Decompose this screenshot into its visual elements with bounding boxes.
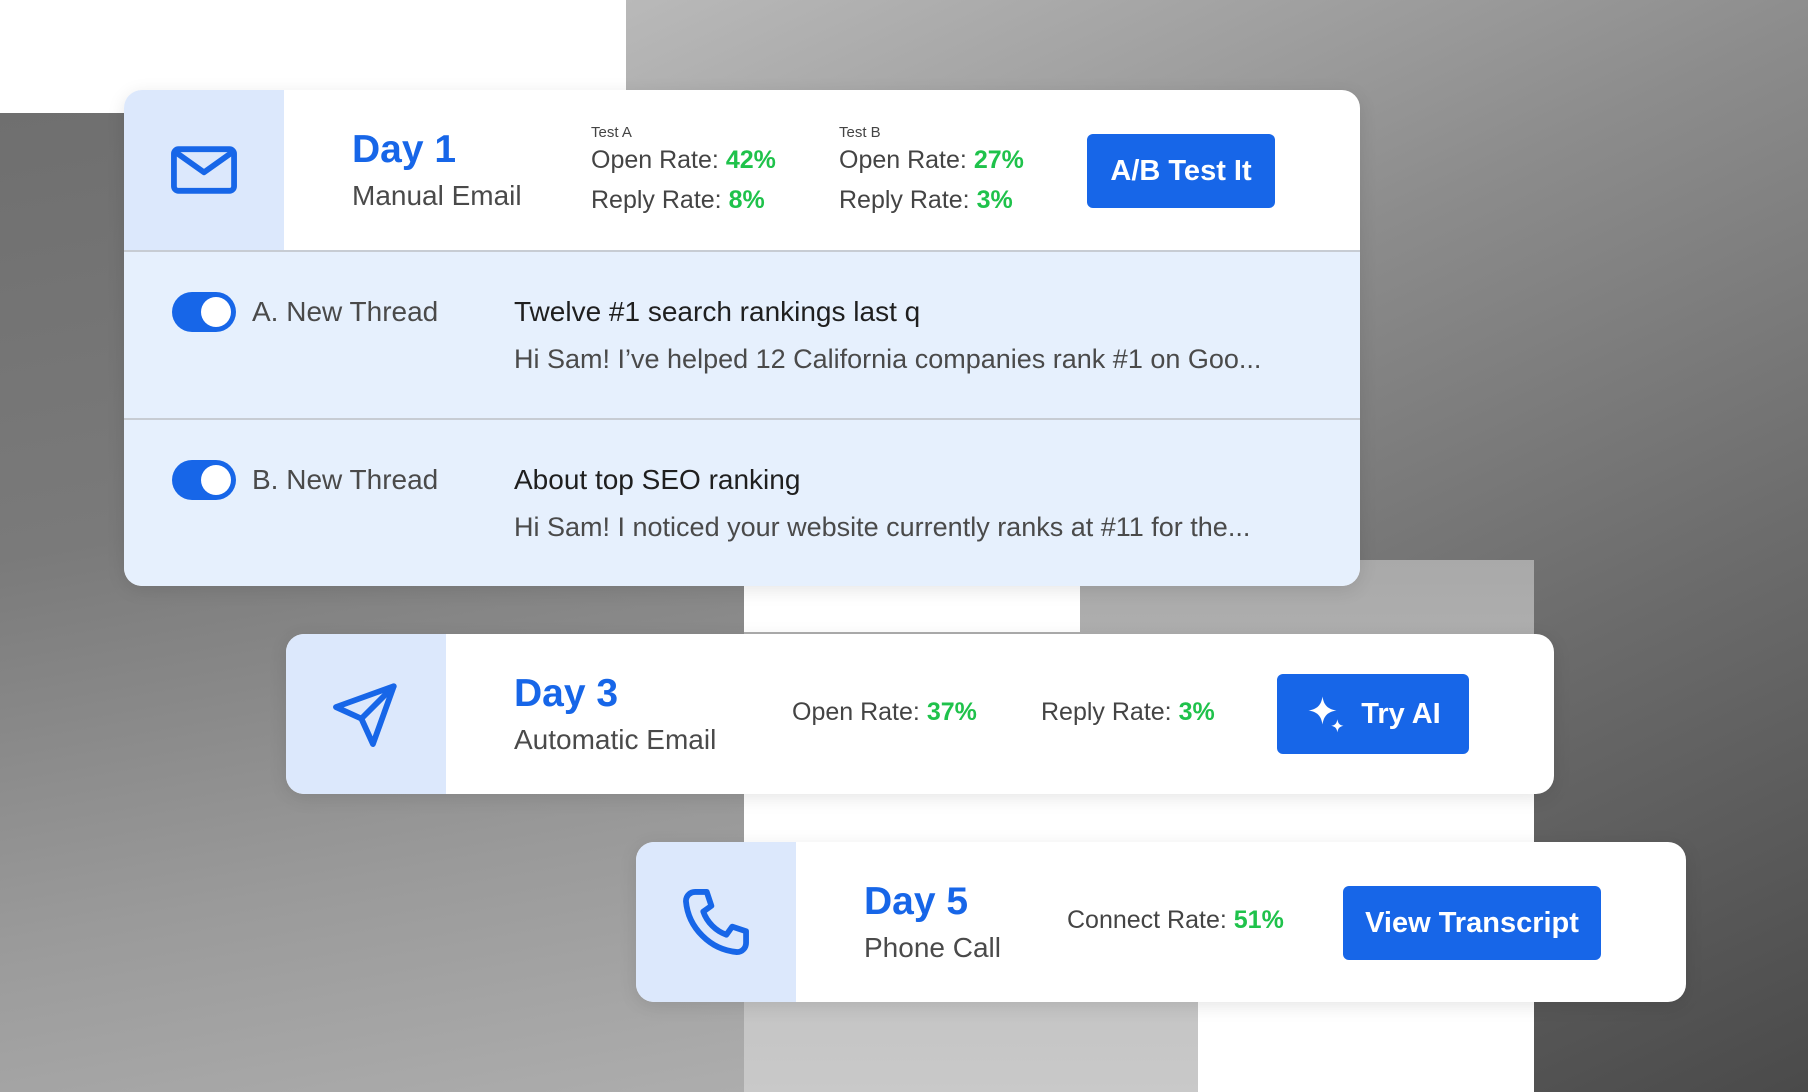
metric-value: 42% (725, 146, 776, 174)
test-b-open-rate: Open Rate: 27% (839, 146, 1024, 175)
metric-value: 51% (1233, 906, 1284, 934)
thread-a-toggle[interactable] (172, 292, 236, 332)
thread-row-b[interactable]: B. New Thread About top SEO ranking Hi S… (124, 418, 1360, 586)
test-b-label: Test B (839, 124, 881, 141)
test-a-reply-rate: Reply Rate: 8% (591, 186, 765, 215)
thread-b-label: B. New Thread (252, 464, 439, 495)
thread-row-a[interactable]: A. New Thread Twelve #1 search rankings … (124, 250, 1360, 418)
day5-title: Day 5 (864, 880, 969, 923)
day5-subtitle: Phone Call (864, 932, 1001, 963)
metric-value: 37% (926, 698, 977, 726)
metric-label: Reply Rate: (1041, 698, 1172, 726)
metric-label: Connect Rate: (1067, 906, 1227, 934)
metric-label: Reply Rate: (839, 186, 970, 214)
phone-icon (683, 889, 749, 955)
thread-b-preview: Hi Sam! I noticed your website currently… (514, 512, 1251, 542)
metric-label: Open Rate: (792, 698, 920, 726)
ab-test-button[interactable]: A/B Test It (1087, 134, 1275, 208)
day5-icon-box (636, 842, 796, 1002)
metric-label: Reply Rate: (591, 186, 722, 214)
day1-title: Day 1 (352, 128, 457, 171)
day5-header: Day 5 Phone Call Connect Rate: 51% View … (636, 842, 1686, 1002)
test-a-open-rate: Open Rate: 42% (591, 146, 776, 175)
test-b-reply-rate: Reply Rate: 3% (839, 186, 1013, 215)
day1-card: Day 1 Manual Email Test A Open Rate: 42%… (124, 90, 1360, 586)
day5-connect-rate: Connect Rate: 51% (1067, 906, 1284, 935)
day3-open-rate: Open Rate: 37% (792, 698, 977, 727)
day3-subtitle: Automatic Email (514, 724, 717, 755)
test-a-label: Test A (591, 124, 632, 141)
thread-a-preview: Hi Sam! I’ve helped 12 California compan… (514, 344, 1262, 374)
metric-label: Open Rate: (839, 146, 967, 174)
view-transcript-button[interactable]: View Transcript (1343, 886, 1601, 960)
day3-title: Day 3 (514, 672, 619, 715)
envelope-icon (171, 146, 237, 194)
toggle-knob (201, 297, 231, 327)
day3-card: Day 3 Automatic Email Open Rate: 37% Rep… (286, 634, 1554, 794)
day3-reply-rate: Reply Rate: 3% (1041, 698, 1215, 727)
thread-a-subject: Twelve #1 search rankings last q (514, 296, 921, 327)
sparkle-icon (1308, 696, 1344, 733)
try-ai-button[interactable]: Try AI (1277, 674, 1469, 754)
day3-header: Day 3 Automatic Email Open Rate: 37% Rep… (286, 634, 1554, 794)
try-ai-label: Try AI (1361, 697, 1441, 730)
metric-label: Open Rate: (591, 146, 719, 174)
toggle-knob (201, 465, 231, 495)
send-icon (333, 683, 397, 747)
thread-a-label: A. New Thread (252, 296, 439, 327)
day5-card: Day 5 Phone Call Connect Rate: 51% View … (636, 842, 1686, 1002)
thread-b-subject: About top SEO ranking (514, 464, 801, 495)
day1-subtitle: Manual Email (352, 180, 522, 211)
background-white-block (1198, 1000, 1534, 1092)
metric-value: 27% (973, 146, 1024, 174)
day1-header: Day 1 Manual Email Test A Open Rate: 42%… (124, 90, 1360, 250)
metric-value: 3% (976, 186, 1013, 214)
metric-value: 3% (1178, 698, 1215, 726)
thread-b-toggle[interactable] (172, 460, 236, 500)
day3-icon-box (286, 634, 446, 794)
day1-icon-box (124, 90, 284, 250)
metric-value: 8% (728, 186, 765, 214)
